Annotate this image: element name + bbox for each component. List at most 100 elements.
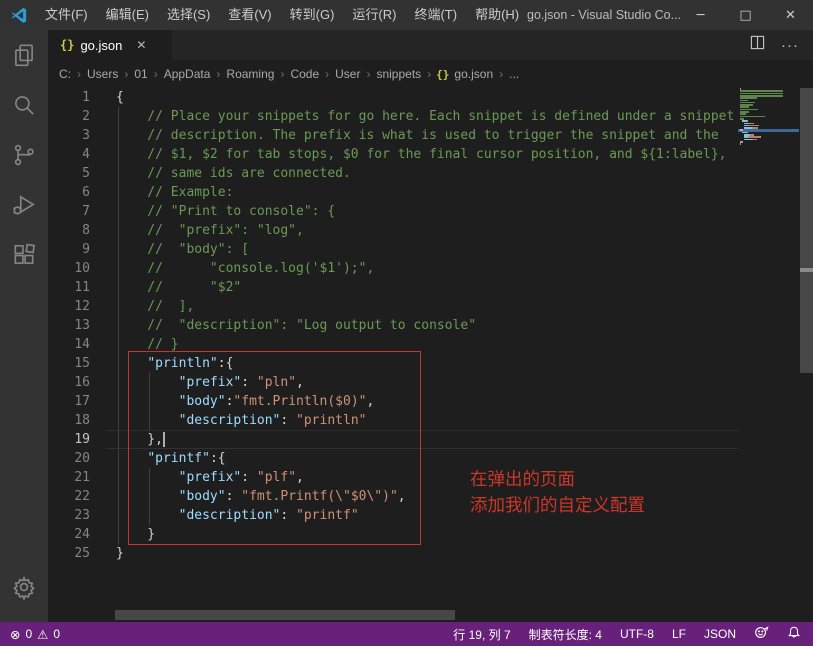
horizontal-scrollbar-thumb[interactable] bbox=[115, 610, 455, 620]
code-line[interactable]: 3 // description. The prefix is what is … bbox=[48, 126, 738, 145]
breadcrumb-separator: › bbox=[72, 67, 86, 81]
line-number: 22 bbox=[48, 487, 90, 506]
code-line[interactable]: 1{ bbox=[48, 88, 738, 107]
title-bar: 文件(F)编辑(E)选择(S)查看(V)转到(G)运行(R)终端(T)帮助(H)… bbox=[0, 0, 813, 30]
code-line[interactable]: 12 // ], bbox=[48, 297, 738, 316]
code-text: // ], bbox=[90, 297, 194, 316]
scrollbar-marker bbox=[800, 268, 813, 272]
maximize-button[interactable]: □ bbox=[723, 0, 768, 30]
warnings-icon: ⚠ bbox=[37, 627, 48, 642]
annotation-box bbox=[128, 351, 421, 545]
code-line[interactable]: 2 // Place your snippets for go here. Ea… bbox=[48, 107, 738, 126]
breadcrumb-separator: › bbox=[494, 67, 508, 81]
code-editor[interactable]: 1{2 // Place your snippets for go here. … bbox=[48, 88, 813, 622]
line-number: 17 bbox=[48, 392, 90, 411]
breadcrumb-item[interactable]: C: bbox=[58, 67, 72, 81]
vertical-scrollbar-thumb[interactable] bbox=[800, 88, 813, 373]
menu-help[interactable]: 帮助(H) bbox=[466, 0, 528, 30]
code-line[interactable]: 6 // Example: bbox=[48, 183, 738, 202]
close-button[interactable]: ✕ bbox=[768, 0, 813, 30]
menu-view[interactable]: 查看(V) bbox=[219, 0, 280, 30]
breadcrumb-item[interactable]: 01 bbox=[133, 67, 148, 81]
menu-terminal[interactable]: 终端(T) bbox=[405, 0, 466, 30]
line-number: 9 bbox=[48, 240, 90, 259]
tab-label: go.json bbox=[80, 38, 122, 53]
line-number: 13 bbox=[48, 316, 90, 335]
menu-file[interactable]: 文件(F) bbox=[36, 0, 97, 30]
breadcrumb-item[interactable]: Roaming bbox=[225, 67, 275, 81]
line-number: 21 bbox=[48, 468, 90, 487]
breadcrumb-tail: ... bbox=[508, 67, 520, 81]
vscode-logo-icon bbox=[10, 6, 28, 24]
code-line[interactable]: 4 // $1, $2 for tab stops, $0 for the fi… bbox=[48, 145, 738, 164]
minimize-button[interactable]: ─ bbox=[678, 0, 723, 30]
feedback-icon[interactable] bbox=[754, 625, 769, 643]
line-number: 7 bbox=[48, 202, 90, 221]
annotation-note-line: 添加我们的自定义配置 bbox=[470, 492, 645, 518]
tab-size[interactable]: 制表符长度: 4 bbox=[529, 626, 602, 643]
menu-edit[interactable]: 编辑(E) bbox=[97, 0, 158, 30]
breadcrumb-item[interactable]: Users bbox=[86, 67, 119, 81]
problems-status[interactable]: ⊗ 0 ⚠ 0 bbox=[0, 627, 60, 642]
line-number: 24 bbox=[48, 525, 90, 544]
settings-gear-icon[interactable] bbox=[0, 562, 48, 612]
vertical-scrollbar[interactable] bbox=[799, 88, 813, 622]
menu-go[interactable]: 转到(G) bbox=[281, 0, 344, 30]
menu-run[interactable]: 运行(R) bbox=[343, 0, 405, 30]
code-line[interactable]: 9 // "body": [ bbox=[48, 240, 738, 259]
tab-close-icon[interactable]: ✕ bbox=[136, 38, 146, 52]
window-title: go.json - Visual Studio Co... bbox=[527, 0, 681, 30]
menu-selection[interactable]: 选择(S) bbox=[158, 0, 219, 30]
code-line[interactable]: 5 // same ids are connected. bbox=[48, 164, 738, 183]
code-text: // Place your snippets for go here. Each… bbox=[90, 107, 734, 126]
split-editor-icon[interactable] bbox=[750, 35, 765, 55]
extensions-icon[interactable] bbox=[0, 230, 48, 280]
line-number: 18 bbox=[48, 411, 90, 430]
code-line[interactable]: 13 // "description": "Log output to cons… bbox=[48, 316, 738, 335]
code-line[interactable]: 11 // "$2" bbox=[48, 278, 738, 297]
cursor-position[interactable]: 行 19, 列 7 bbox=[453, 626, 510, 643]
code-text: // Example: bbox=[90, 183, 233, 202]
code-text: // "console.log('$1');", bbox=[90, 259, 374, 278]
breadcrumb-item[interactable]: AppData bbox=[163, 67, 212, 81]
minimap[interactable] bbox=[738, 88, 799, 248]
json-file-icon: {} bbox=[60, 38, 74, 52]
breadcrumb-item-file[interactable]: go.json bbox=[453, 67, 494, 81]
breadcrumb-item[interactable]: Code bbox=[289, 67, 320, 81]
line-number: 16 bbox=[48, 373, 90, 392]
code-text: // "description": "Log output to console… bbox=[90, 316, 476, 335]
breadcrumb-item[interactable]: User bbox=[334, 67, 361, 81]
encoding[interactable]: UTF-8 bbox=[620, 627, 654, 641]
line-number: 3 bbox=[48, 126, 90, 145]
more-actions-icon[interactable]: ··· bbox=[781, 37, 799, 54]
line-number: 1 bbox=[48, 88, 90, 107]
search-icon[interactable] bbox=[0, 80, 48, 130]
window-controls: ─ □ ✕ bbox=[678, 0, 813, 30]
line-number: 8 bbox=[48, 221, 90, 240]
horizontal-scrollbar[interactable] bbox=[48, 610, 738, 620]
code-line[interactable]: 8 // "prefix": "log", bbox=[48, 221, 738, 240]
line-number: 23 bbox=[48, 506, 90, 525]
breadcrumb-item[interactable]: snippets bbox=[375, 67, 422, 81]
breadcrumb-separator: › bbox=[361, 67, 375, 81]
line-number: 11 bbox=[48, 278, 90, 297]
code-text: } bbox=[90, 544, 124, 563]
annotation-note-line: 在弹出的页面 bbox=[470, 466, 645, 492]
explorer-icon[interactable] bbox=[0, 30, 48, 80]
line-number: 14 bbox=[48, 335, 90, 354]
code-text: // "prefix": "log", bbox=[90, 221, 304, 240]
breadcrumb-separator: › bbox=[149, 67, 163, 81]
code-line[interactable]: 25} bbox=[48, 544, 738, 563]
line-number: 6 bbox=[48, 183, 90, 202]
notifications-bell-icon[interactable] bbox=[787, 625, 801, 643]
breadcrumb: C:›Users›01›AppData›Roaming›Code›User›sn… bbox=[48, 60, 813, 88]
breadcrumb-separator: › bbox=[275, 67, 289, 81]
code-line[interactable]: 7 // "Print to console": { bbox=[48, 202, 738, 221]
tab-go-json[interactable]: {} go.json ✕ bbox=[48, 30, 172, 60]
language-mode[interactable]: JSON bbox=[704, 627, 736, 641]
run-debug-icon[interactable] bbox=[0, 180, 48, 230]
breadcrumb-separator: › bbox=[119, 67, 133, 81]
eol[interactable]: LF bbox=[672, 627, 686, 641]
code-line[interactable]: 10 // "console.log('$1');", bbox=[48, 259, 738, 278]
source-control-icon[interactable] bbox=[0, 130, 48, 180]
